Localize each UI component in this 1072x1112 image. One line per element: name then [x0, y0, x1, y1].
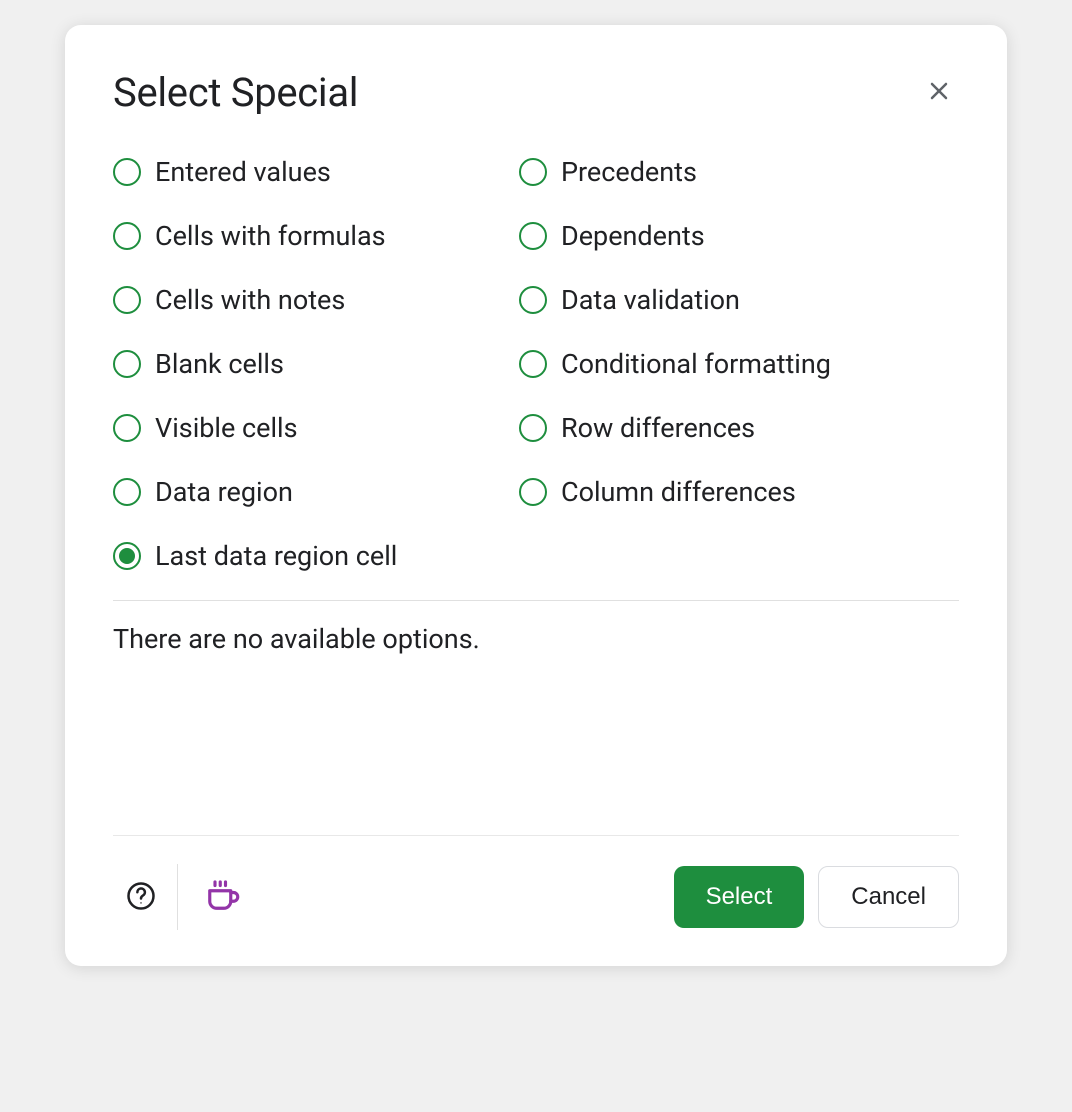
- cancel-button[interactable]: Cancel: [818, 866, 959, 928]
- radio-icon: [113, 158, 141, 186]
- radio-label: Blank cells: [155, 348, 284, 380]
- radio-icon: [113, 350, 141, 378]
- dialog-body: Entered values Precedents Cells with formu…: [65, 132, 1007, 835]
- radio-blank-cells[interactable]: Blank cells: [113, 348, 513, 380]
- radio-label: Conditional formatting: [561, 348, 831, 380]
- footer-left: [113, 864, 250, 930]
- radio-conditional-formatting[interactable]: Conditional formatting: [519, 348, 959, 380]
- select-special-dialog: Select Special Entered values Precedents C…: [65, 25, 1007, 966]
- radio-entered-values[interactable]: Entered values: [113, 156, 513, 188]
- close-button[interactable]: [919, 73, 959, 113]
- radio-group: Entered values Precedents Cells with formu…: [113, 156, 959, 572]
- coffee-icon: [201, 875, 243, 920]
- radio-visible-cells[interactable]: Visible cells: [113, 412, 513, 444]
- footer-divider: [177, 864, 178, 930]
- radio-label: Entered values: [155, 156, 331, 188]
- radio-icon: [113, 286, 141, 314]
- radio-data-validation[interactable]: Data validation: [519, 284, 959, 316]
- radio-icon: [113, 478, 141, 506]
- radio-icon: [113, 542, 141, 570]
- radio-precedents[interactable]: Precedents: [519, 156, 959, 188]
- donate-button[interactable]: [194, 869, 250, 925]
- radio-icon: [519, 222, 547, 250]
- radio-label: Dependents: [561, 220, 705, 252]
- dialog-header: Select Special: [65, 25, 1007, 132]
- close-icon: [927, 79, 951, 106]
- radio-cells-formulas[interactable]: Cells with formulas: [113, 220, 513, 252]
- radio-icon: [113, 222, 141, 250]
- radio-dependents[interactable]: Dependents: [519, 220, 959, 252]
- info-text: There are no available options.: [113, 623, 959, 655]
- radio-label: Data validation: [561, 284, 740, 316]
- help-icon: [126, 881, 156, 914]
- radio-icon: [113, 414, 141, 442]
- radio-label: Last data region cell: [155, 540, 397, 572]
- radio-last-data-region-cell[interactable]: Last data region cell: [113, 540, 513, 572]
- radio-label: Visible cells: [155, 412, 298, 444]
- radio-icon: [519, 414, 547, 442]
- footer-right: Select Cancel: [674, 866, 959, 928]
- radio-icon: [519, 286, 547, 314]
- radio-label: Column differences: [561, 476, 796, 508]
- radio-label: Data region: [155, 476, 293, 508]
- radio-icon: [519, 478, 547, 506]
- dialog-title: Select Special: [113, 69, 358, 116]
- radio-label: Cells with formulas: [155, 220, 386, 252]
- radio-icon: [519, 350, 547, 378]
- select-button[interactable]: Select: [674, 866, 805, 928]
- divider: [113, 600, 959, 601]
- help-button[interactable]: [113, 869, 169, 925]
- radio-icon: [519, 158, 547, 186]
- radio-label: Row differences: [561, 412, 755, 444]
- radio-data-region[interactable]: Data region: [113, 476, 513, 508]
- radio-label: Cells with notes: [155, 284, 345, 316]
- radio-label: Precedents: [561, 156, 697, 188]
- radio-column-differences[interactable]: Column differences: [519, 476, 959, 508]
- radio-cells-notes[interactable]: Cells with notes: [113, 284, 513, 316]
- radio-row-differences[interactable]: Row differences: [519, 412, 959, 444]
- dialog-footer: Select Cancel: [113, 835, 959, 966]
